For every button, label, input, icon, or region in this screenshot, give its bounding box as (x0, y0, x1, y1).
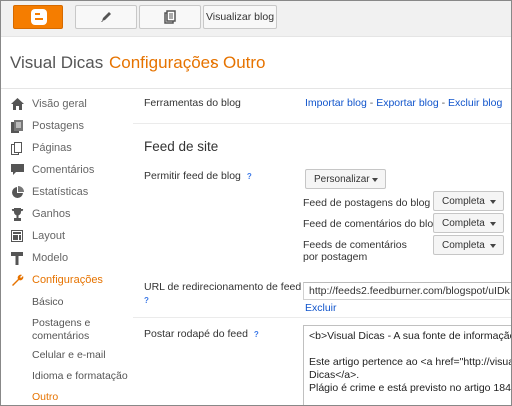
blog-name[interactable]: Visual Dicas (10, 53, 103, 73)
sidebar-item-posts[interactable]: Postagens (10, 117, 84, 135)
pages-icon (10, 141, 24, 155)
comment-feed-label: Feed de comentários do blog (303, 218, 440, 230)
sidebar-subitem-other[interactable]: Outro (32, 391, 58, 404)
sidebar-subitem-basic[interactable]: Básico (32, 296, 64, 309)
comment-feed-value: Completa (442, 217, 485, 229)
chevron-down-icon (372, 178, 378, 182)
link-separator: - (369, 97, 374, 109)
sidebar-item-overview[interactable]: Visão geral (10, 95, 87, 113)
template-icon (10, 251, 24, 265)
feed-footer-text: Postar rodapé do feed (144, 328, 248, 340)
redirect-text: URL de redirecionamento de feed (144, 281, 302, 293)
post-feed-label: Feed de postagens do blog (303, 197, 431, 209)
pie-chart-icon (10, 185, 24, 199)
sidebar-item-label: Estatísticas (32, 186, 89, 198)
per-post-comments-value: Completa (442, 239, 485, 251)
layout-icon (10, 229, 24, 243)
posts-list-button[interactable] (139, 5, 201, 29)
sidebar-item-template[interactable]: Modelo (10, 249, 68, 267)
redirect-label: URL de redirecionamento de feed ? (144, 281, 304, 307)
top-toolbar: Visualizar blog (1, 1, 511, 37)
allow-feed-label: Permitir feed de blog? (144, 170, 252, 183)
import-blog-link[interactable]: Importar blog (305, 97, 367, 109)
posts-icon (10, 119, 24, 133)
sidebar-item-label: Páginas (32, 142, 72, 154)
footer-line (309, 343, 511, 356)
footer-line: Este artigo pertence ao <a href="http://… (309, 356, 511, 368)
help-icon[interactable]: ? (144, 294, 149, 307)
sidebar-item-pages[interactable]: Páginas (10, 139, 72, 157)
customize-button[interactable]: Personalizar (305, 169, 386, 189)
redirect-delete-link[interactable]: Excluir (305, 302, 337, 315)
sidebar: Visão geral Postagens Páginas Comentário… (1, 89, 133, 405)
breadcrumb-separator: › (210, 54, 215, 71)
post-feed-value: Completa (442, 195, 485, 207)
sidebar-item-earnings[interactable]: Ganhos (10, 205, 71, 223)
divider (133, 317, 511, 318)
sidebar-item-label: Configurações (32, 274, 103, 286)
new-post-button[interactable] (75, 5, 137, 29)
chevron-down-icon (490, 200, 496, 204)
footer-line: <b>Visual Dicas - A sua fonte de informa… (309, 330, 512, 342)
divider (133, 123, 511, 124)
page-title: Outro (223, 53, 266, 72)
blog-tools-links: Importar blog - Exportar blog - Excluir … (305, 97, 502, 110)
chevron-down-icon (490, 244, 496, 248)
feed-footer-textarea[interactable]: <b>Visual Dicas - A sua fonte de informa… (303, 325, 512, 405)
view-blog-button[interactable]: Visualizar blog (203, 5, 277, 29)
allow-feed-text: Permitir feed de blog (144, 170, 241, 182)
feed-section-title: Feed de site (144, 139, 219, 154)
wrench-icon (10, 273, 24, 287)
sidebar-subitem-posts-comments[interactable]: Postagens e comentários (32, 317, 122, 343)
export-blog-link[interactable]: Exportar blog (376, 97, 438, 109)
feed-footer-label: Postar rodapé do feed? (144, 328, 259, 341)
sidebar-item-comments[interactable]: Comentários (10, 161, 94, 179)
sidebar-item-label: Layout (32, 230, 66, 242)
help-icon[interactable]: ? (254, 328, 259, 341)
settings-main: Ferramentas do blog Importar blog - Expo… (133, 89, 512, 405)
help-icon[interactable]: ? (247, 170, 252, 183)
comment-feed-select[interactable]: Completa (433, 213, 504, 233)
chevron-down-icon (490, 222, 496, 226)
blogger-settings-window: Visualizar blog Visual Dicas · Configura… (0, 0, 512, 406)
sidebar-item-label: Modelo (32, 252, 69, 264)
sidebar-item-label: Ganhos (32, 208, 71, 220)
pencil-icon (101, 12, 111, 22)
sidebar-item-label: Visão geral (32, 98, 87, 110)
sidebar-item-label: Postagens (32, 120, 84, 132)
sidebar-subitem-language[interactable]: Idioma e formatação (32, 370, 128, 383)
delete-blog-link[interactable]: Excluir blog (448, 97, 502, 109)
redirect-url-input[interactable]: http://feeds2.feedburner.com/blogspot/uI… (303, 282, 511, 300)
sidebar-item-layout[interactable]: Layout (10, 227, 65, 245)
comment-icon (10, 163, 24, 177)
sidebar-item-label: Comentários (32, 164, 95, 176)
per-post-comments-label: Feeds de comentários por postagem (303, 239, 407, 263)
home-icon (10, 97, 24, 111)
breadcrumb-section[interactable]: Configurações (109, 53, 219, 73)
sidebar-item-stats[interactable]: Estatísticas (10, 183, 88, 201)
posts-list-icon (164, 10, 176, 24)
trophy-icon (10, 207, 24, 221)
blog-tools-label: Ferramentas do blog (144, 97, 241, 109)
footer-line: Plágio é crime e está previsto no artigo… (309, 382, 511, 394)
link-separator: - (441, 97, 446, 109)
footer-line: Dicas</a>. (309, 369, 360, 381)
sidebar-item-settings[interactable]: Configurações (10, 271, 103, 289)
breadcrumb-dot: · (96, 55, 101, 70)
per-post-comments-select[interactable]: Completa (433, 235, 504, 255)
customize-label: Personalizar (314, 173, 370, 185)
sidebar-subitem-mobile-email[interactable]: Celular e e-mail (32, 349, 106, 362)
blogger-home-button[interactable] (13, 5, 63, 29)
post-feed-select[interactable]: Completa (433, 191, 504, 211)
blogger-logo-icon (31, 9, 47, 25)
